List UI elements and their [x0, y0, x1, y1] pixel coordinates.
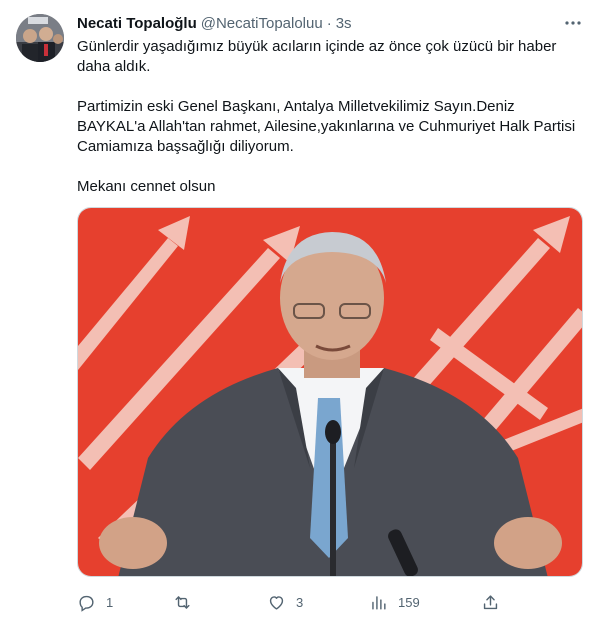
views-icon [372, 595, 386, 610]
tweet-paragraph-3: Mekanı cennet olsun [77, 178, 216, 195]
separator-dot: · [326, 14, 332, 32]
author-handle[interactable]: @NecatiTopaloluu [201, 15, 323, 32]
like-icon [269, 595, 284, 610]
more-icon [565, 21, 581, 25]
tweet-photo[interactable] [77, 207, 583, 577]
views-count: 159 [398, 594, 420, 610]
timestamp[interactable]: 3s [336, 15, 352, 32]
reply-count: 1 [106, 594, 114, 610]
share-button[interactable] [481, 590, 500, 614]
like-button[interactable]: 3 [267, 590, 303, 614]
tweet-paragraph-2: Partimizin eski Genel Başkanı, Antalya M… [77, 98, 576, 155]
more-options-button[interactable] [562, 12, 584, 34]
reply-button[interactable]: 1 [77, 590, 113, 614]
retweet-icon [175, 595, 190, 609]
tweet-paragraph-1: Günlerdir yaşadığımız büyük acıların içi… [77, 38, 557, 75]
tweet-actions: 1 3 159 [77, 590, 583, 614]
tweet-card[interactable]: Necati Topaloğlu @NecatiTopaloluu · 3s G… [0, 0, 601, 626]
tweet-text: Günlerdir yaşadığımız büyük acıların içi… [77, 37, 582, 197]
share-icon [483, 594, 498, 609]
avatar[interactable] [16, 14, 64, 62]
like-count: 3 [296, 594, 304, 610]
author-name[interactable]: Necati Topaloğlu [77, 15, 197, 32]
retweet-button[interactable] [173, 590, 202, 614]
tweet-header: Necati Topaloğlu @NecatiTopaloluu · 3s [77, 13, 352, 33]
views-button[interactable]: 159 [369, 590, 420, 614]
reply-icon [79, 595, 94, 612]
